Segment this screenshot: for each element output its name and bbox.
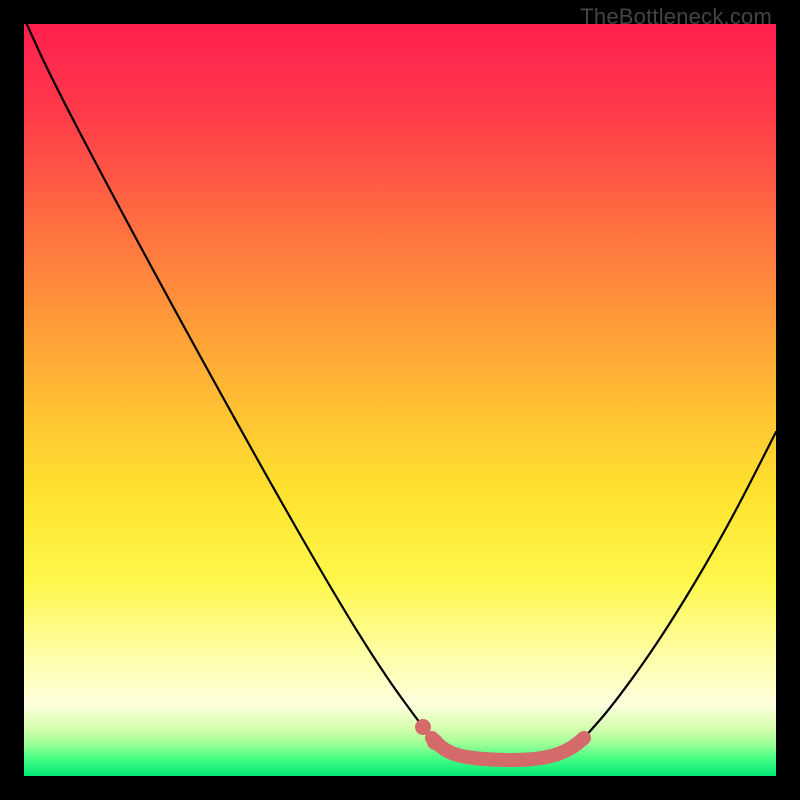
left-curve — [24, 24, 432, 738]
chart-curves — [24, 24, 776, 776]
optimal-dot-lower — [427, 734, 443, 750]
plot-area — [24, 24, 776, 776]
right-curve — [584, 432, 776, 738]
chart-frame: TheBottleneck.com — [0, 0, 800, 800]
optimal-dot-upper — [415, 719, 431, 735]
watermark-text: TheBottleneck.com — [580, 4, 772, 30]
optimal-band — [432, 738, 584, 760]
